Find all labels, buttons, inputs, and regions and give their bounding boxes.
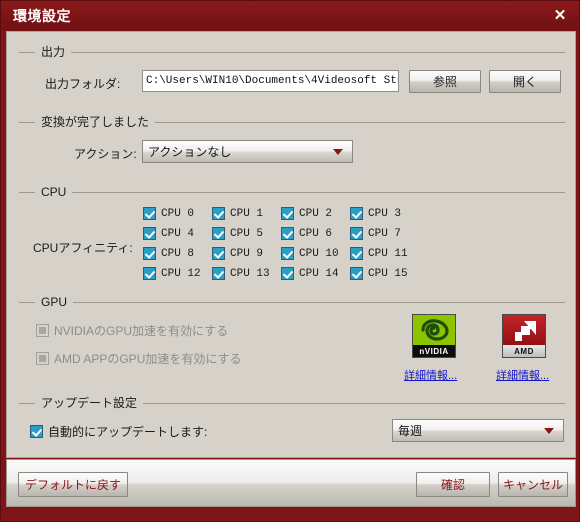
cpu-checkbox-label: CPU 7 xyxy=(368,227,402,240)
update-group-legend: アップデート設定 xyxy=(35,395,144,411)
restore-defaults-button[interactable]: デフォルトに戻す xyxy=(18,472,128,497)
cpu-checkbox-label: CPU 3 xyxy=(368,207,402,220)
cpu-checkbox-9[interactable]: CPU 9 xyxy=(212,247,263,260)
output-group-legend: 出力 xyxy=(35,44,72,60)
checkbox-icon xyxy=(350,267,363,280)
amd-wordmark: AMD xyxy=(503,345,545,357)
cpu-checkbox-label: CPU 1 xyxy=(230,207,264,220)
checkbox-icon xyxy=(212,227,225,240)
nvidia-wordmark: nVIDIA xyxy=(413,345,455,357)
cpu-checkbox-label: CPU 4 xyxy=(161,227,195,240)
cpu-checkbox-label: CPU 15 xyxy=(368,267,408,280)
cpu-checkbox-6[interactable]: CPU 6 xyxy=(281,227,332,240)
cpu-checkbox-14[interactable]: CPU 14 xyxy=(281,267,339,280)
amd-acceleration-label: AMD APPのGPU加速を有効にする xyxy=(54,352,242,366)
cpu-checkbox-label: CPU 0 xyxy=(161,207,195,220)
gpu-group: GPU NVIDIAのGPU加速を有効にする AMD APPのGPU加速を有効に… xyxy=(19,294,565,390)
conversion-group-legend: 変換が完了しました xyxy=(35,114,156,130)
output-folder-label: 出力フォルダ: xyxy=(45,77,121,91)
checkbox-icon xyxy=(212,207,225,220)
cpu-checkbox-13[interactable]: CPU 13 xyxy=(212,267,270,280)
cpu-checkbox-4[interactable]: CPU 4 xyxy=(143,227,194,240)
output-folder-input[interactable]: C:\Users\WIN10\Documents\4Videosoft Stud… xyxy=(142,70,399,92)
checkbox-icon xyxy=(36,352,49,365)
checkbox-icon xyxy=(143,207,156,220)
amd-logo-icon: AMD xyxy=(502,314,546,358)
auto-update-label: 自動的にアップデートします: xyxy=(48,425,208,439)
action-label: アクション: xyxy=(74,147,137,161)
cpu-affinity-label: CPUアフィニティ: xyxy=(33,241,133,255)
nvidia-eye-glyph xyxy=(421,319,449,341)
cpu-checkbox-7[interactable]: CPU 7 xyxy=(350,227,401,240)
gpu-group-legend: GPU xyxy=(35,294,74,310)
checkbox-icon xyxy=(30,425,43,438)
cpu-checkbox-label: CPU 9 xyxy=(230,247,264,260)
title-bar: 環境設定 ✕ xyxy=(1,1,579,30)
checkbox-icon xyxy=(212,267,225,280)
cpu-group-legend: CPU xyxy=(35,184,73,200)
chevron-down-icon xyxy=(333,148,343,155)
checkbox-icon xyxy=(281,267,294,280)
auto-update-checkbox[interactable]: 自動的にアップデートします: xyxy=(30,423,207,440)
conversion-complete-group: 変換が完了しました アクション: アクションなし xyxy=(19,114,565,172)
cpu-checkbox-2[interactable]: CPU 2 xyxy=(281,207,332,220)
checkbox-icon xyxy=(212,247,225,260)
group-divider xyxy=(19,192,565,193)
ok-button[interactable]: 確認 xyxy=(416,472,490,497)
cpu-checkbox-5[interactable]: CPU 5 xyxy=(212,227,263,240)
checkbox-icon xyxy=(350,247,363,260)
dialog-footer: デフォルトに戻す 確認 キャンセル xyxy=(6,459,576,507)
amd-details-link[interactable]: 詳細情報... xyxy=(496,367,549,383)
nvidia-acceleration-label: NVIDIAのGPU加速を有効にする xyxy=(54,324,229,338)
cpu-checkbox-1[interactable]: CPU 1 xyxy=(212,207,263,220)
action-select-value: アクションなし xyxy=(148,145,232,159)
update-frequency-select[interactable]: 毎週 xyxy=(392,419,564,442)
checkbox-icon xyxy=(281,227,294,240)
checkbox-icon xyxy=(350,207,363,220)
cpu-checkbox-label: CPU 13 xyxy=(230,267,270,280)
cpu-group: CPU CPUアフィニティ: CPU 0 CPU 1 CPU 2 CPU 3 C… xyxy=(19,184,565,289)
cpu-checkbox-11[interactable]: CPU 11 xyxy=(350,247,408,260)
checkbox-icon xyxy=(281,207,294,220)
output-group: 出力 出力フォルダ: C:\Users\WIN10\Documents\4Vid… xyxy=(19,44,565,102)
checkbox-icon xyxy=(281,247,294,260)
window-title: 環境設定 xyxy=(13,7,71,24)
cpu-checkbox-label: CPU 14 xyxy=(299,267,339,280)
cpu-checkbox-label: CPU 2 xyxy=(299,207,333,220)
nvidia-details-link[interactable]: 詳細情報... xyxy=(404,367,457,383)
update-settings-group: アップデート設定 自動的にアップデートします: 毎週 xyxy=(19,395,565,451)
nvidia-logo-icon: nVIDIA xyxy=(412,314,456,358)
group-divider xyxy=(19,52,565,53)
cpu-checkbox-label: CPU 12 xyxy=(161,267,201,280)
cpu-checkbox-10[interactable]: CPU 10 xyxy=(281,247,339,260)
cpu-checkbox-12[interactable]: CPU 12 xyxy=(143,267,201,280)
cancel-button[interactable]: キャンセル xyxy=(498,472,568,497)
checkbox-icon xyxy=(143,267,156,280)
nvidia-acceleration-checkbox: NVIDIAのGPU加速を有効にする xyxy=(36,322,228,339)
cpu-checkbox-0[interactable]: CPU 0 xyxy=(143,207,194,220)
dialog-content: 出力 出力フォルダ: C:\Users\WIN10\Documents\4Vid… xyxy=(6,31,576,458)
browse-button[interactable]: 参照 xyxy=(409,70,481,93)
update-frequency-value: 毎週 xyxy=(398,424,423,438)
group-divider xyxy=(19,302,565,303)
checkbox-icon xyxy=(350,227,363,240)
checkbox-icon xyxy=(143,247,156,260)
checkbox-icon xyxy=(36,324,49,337)
cpu-checkbox-label: CPU 5 xyxy=(230,227,264,240)
cpu-checkbox-3[interactable]: CPU 3 xyxy=(350,207,401,220)
cpu-checkbox-label: CPU 8 xyxy=(161,247,195,260)
open-folder-button[interactable]: 開く xyxy=(489,70,561,93)
action-select[interactable]: アクションなし xyxy=(142,140,353,163)
cpu-checkbox-label: CPU 10 xyxy=(299,247,339,260)
cpu-checkbox-label: CPU 11 xyxy=(368,247,408,260)
close-icon[interactable]: ✕ xyxy=(549,5,571,26)
amd-acceleration-checkbox: AMD APPのGPU加速を有効にする xyxy=(36,350,241,367)
cpu-checkbox-8[interactable]: CPU 8 xyxy=(143,247,194,260)
cpu-checkbox-label: CPU 6 xyxy=(299,227,333,240)
chevron-down-icon xyxy=(544,427,554,434)
checkbox-icon xyxy=(143,227,156,240)
amd-arrow-glyph xyxy=(515,321,536,341)
cpu-checkbox-15[interactable]: CPU 15 xyxy=(350,267,408,280)
preferences-dialog: 環境設定 ✕ 出力 出力フォルダ: C:\Users\WIN10\Documen… xyxy=(0,0,580,522)
